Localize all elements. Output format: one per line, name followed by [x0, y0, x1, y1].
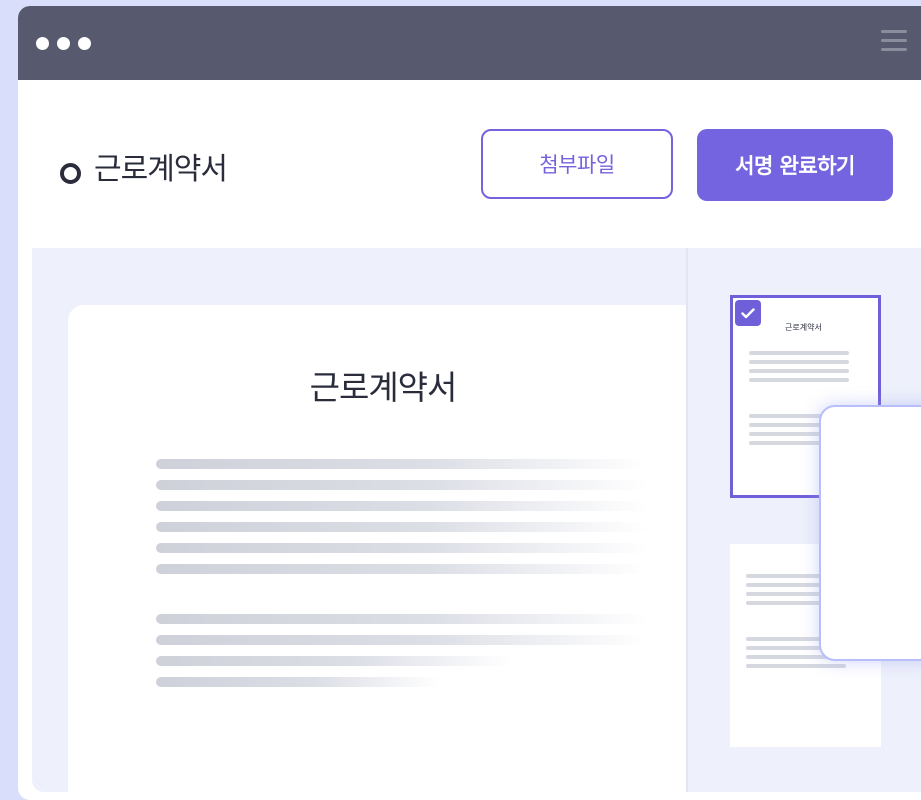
- thumbnail-text-line: [749, 351, 849, 355]
- document-text-line: [156, 501, 648, 511]
- document-page: 근로계약서: [68, 305, 718, 792]
- thumbnail-text-line: [749, 369, 849, 373]
- thumbnail-panel: 근로계약서: [686, 248, 921, 792]
- document-workspace: 근로계약서 근로계약서: [32, 248, 921, 792]
- app-window: 근로계약서 첨부파일 서명 완료하기 근로계약서 근로계약서: [18, 6, 921, 800]
- thumbnail-text-line: [746, 664, 846, 668]
- document-text-line: [156, 543, 648, 553]
- window-control-dot[interactable]: [36, 37, 49, 50]
- page-title: 근로계약서: [94, 152, 228, 187]
- complete-signature-button[interactable]: 서명 완료하기: [697, 129, 893, 201]
- thumbnail-title: 근로계약서: [785, 323, 822, 332]
- thumbnail-text-line: [749, 360, 849, 364]
- document-text-line: [156, 656, 511, 666]
- document-text-line: [156, 564, 648, 574]
- signature-popup-card[interactable]: [819, 405, 921, 661]
- window-control-dot[interactable]: [78, 37, 91, 50]
- checkbox-checked-icon[interactable]: [735, 300, 761, 326]
- window-control-dot[interactable]: [57, 37, 70, 50]
- circle-ring-icon: [60, 163, 81, 184]
- document-text-line: [156, 635, 648, 645]
- title-bar: [18, 6, 921, 80]
- attachments-button[interactable]: 첨부파일: [481, 129, 673, 199]
- hamburger-menu-icon[interactable]: [881, 30, 907, 52]
- document-title: 근로계약서: [309, 368, 458, 407]
- document-text-line: [156, 614, 648, 624]
- document-text-line: [156, 522, 648, 532]
- document-text-line: [156, 480, 648, 490]
- page-header: 근로계약서 첨부파일 서명 완료하기: [18, 80, 921, 248]
- thumbnail-text-line: [749, 378, 849, 382]
- document-text-line: [156, 677, 441, 687]
- document-text-line: [156, 459, 648, 469]
